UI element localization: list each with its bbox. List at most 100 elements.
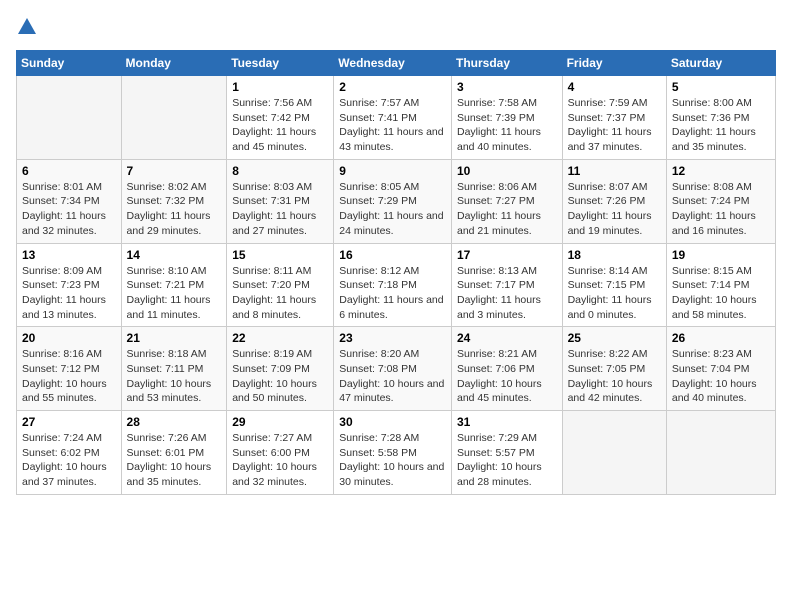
calendar-week-3: 13Sunrise: 8:09 AMSunset: 7:23 PMDayligh… [17, 243, 776, 327]
day-info: Sunrise: 8:14 AMSunset: 7:15 PMDaylight:… [568, 264, 661, 323]
day-info: Sunrise: 8:06 AMSunset: 7:27 PMDaylight:… [457, 180, 557, 239]
logo-icon [16, 16, 38, 38]
day-number: 9 [339, 164, 446, 178]
calendar-cell: 13Sunrise: 8:09 AMSunset: 7:23 PMDayligh… [17, 243, 122, 327]
weekday-header-tuesday: Tuesday [227, 51, 334, 76]
day-info: Sunrise: 7:28 AMSunset: 5:58 PMDaylight:… [339, 431, 446, 490]
calendar-week-5: 27 Sunrise: 7:24 AMSunset: 6:02 PMDayligh… [17, 411, 776, 495]
day-number: 23 [339, 331, 446, 345]
day-info: Sunrise: 8:20 AMSunset: 7:08 PMDaylight:… [339, 347, 446, 406]
day-number: 17 [457, 248, 557, 262]
day-info: Sunrise: 8:09 AMSunset: 7:23 PMDaylight:… [22, 264, 116, 323]
calendar-cell: 4Sunrise: 7:59 AMSunset: 7:37 PMDaylight… [562, 76, 666, 160]
day-info: Sunrise: 7:57 AMSunset: 7:41 PMDaylight:… [339, 96, 446, 155]
calendar-cell: 10Sunrise: 8:06 AMSunset: 7:27 PMDayligh… [451, 159, 562, 243]
calendar-cell: 31 Sunrise: 7:29 AMSunset: 5:57 PMDayligh… [451, 411, 562, 495]
calendar-cell: 18 Sunrise: 8:14 AMSunset: 7:15 PMDayligh… [562, 243, 666, 327]
calendar-cell: 28 Sunrise: 7:26 AMSunset: 6:01 PMDayligh… [121, 411, 227, 495]
day-info: Sunrise: 7:56 AMSunset: 7:42 PMDaylight:… [232, 96, 328, 155]
calendar-header: SundayMondayTuesdayWednesdayThursdayFrid… [17, 51, 776, 76]
day-info: Sunrise: 8:07 AMSunset: 7:26 PMDaylight:… [568, 180, 661, 239]
day-info: Sunrise: 8:11 AMSunset: 7:20 PMDaylight:… [232, 264, 328, 323]
day-number: 28 [127, 415, 222, 429]
calendar-week-2: 6Sunrise: 8:01 AMSunset: 7:34 PMDaylight… [17, 159, 776, 243]
day-number: 1 [232, 80, 328, 94]
day-number: 20 [22, 331, 116, 345]
calendar-cell: 2Sunrise: 7:57 AMSunset: 7:41 PMDaylight… [334, 76, 452, 160]
day-number: 16 [339, 248, 446, 262]
weekday-header-thursday: Thursday [451, 51, 562, 76]
calendar-cell: 23 Sunrise: 8:20 AMSunset: 7:08 PMDayligh… [334, 327, 452, 411]
calendar-week-1: 1 Sunrise: 7:56 AMSunset: 7:42 PMDaylight… [17, 76, 776, 160]
calendar-table: SundayMondayTuesdayWednesdayThursdayFrid… [16, 50, 776, 495]
weekday-header-saturday: Saturday [666, 51, 775, 76]
calendar-cell: 24 Sunrise: 8:21 AMSunset: 7:06 PMDayligh… [451, 327, 562, 411]
day-number: 25 [568, 331, 661, 345]
day-info: Sunrise: 7:59 AMSunset: 7:37 PMDaylight:… [568, 96, 661, 155]
day-info: Sunrise: 8:16 AMSunset: 7:12 PMDaylight:… [22, 347, 116, 406]
day-info: Sunrise: 7:24 AMSunset: 6:02 PMDaylight:… [22, 431, 116, 490]
day-info: Sunrise: 8:12 AMSunset: 7:18 PMDaylight:… [339, 264, 446, 323]
calendar-cell: 27 Sunrise: 7:24 AMSunset: 6:02 PMDayligh… [17, 411, 122, 495]
day-info: Sunrise: 8:13 AMSunset: 7:17 PMDaylight:… [457, 264, 557, 323]
calendar-cell: 30 Sunrise: 7:28 AMSunset: 5:58 PMDayligh… [334, 411, 452, 495]
day-number: 7 [127, 164, 222, 178]
calendar-cell: 7Sunrise: 8:02 AMSunset: 7:32 PMDaylight… [121, 159, 227, 243]
day-number: 5 [672, 80, 770, 94]
calendar-cell [666, 411, 775, 495]
day-info: Sunrise: 8:00 AMSunset: 7:36 PMDaylight:… [672, 96, 770, 155]
calendar-cell: 22Sunrise: 8:19 AMSunset: 7:09 PMDayligh… [227, 327, 334, 411]
calendar-cell: 5 Sunrise: 8:00 AMSunset: 7:36 PMDaylight… [666, 76, 775, 160]
day-number: 24 [457, 331, 557, 345]
day-info: Sunrise: 7:29 AMSunset: 5:57 PMDaylight:… [457, 431, 557, 490]
calendar-cell: 3Sunrise: 7:58 AMSunset: 7:39 PMDaylight… [451, 76, 562, 160]
day-number: 14 [127, 248, 222, 262]
day-info: Sunrise: 8:18 AMSunset: 7:11 PMDaylight:… [127, 347, 222, 406]
day-number: 15 [232, 248, 328, 262]
day-info: Sunrise: 8:01 AMSunset: 7:34 PMDaylight:… [22, 180, 116, 239]
calendar-cell [562, 411, 666, 495]
calendar-cell: 9Sunrise: 8:05 AMSunset: 7:29 PMDaylight… [334, 159, 452, 243]
day-number: 18 [568, 248, 661, 262]
calendar-cell: 1 Sunrise: 7:56 AMSunset: 7:42 PMDaylight… [227, 76, 334, 160]
calendar-cell: 17 Sunrise: 8:13 AMSunset: 7:17 PMDayligh… [451, 243, 562, 327]
day-number: 12 [672, 164, 770, 178]
logo [16, 16, 42, 38]
calendar-cell: 20 Sunrise: 8:16 AMSunset: 7:12 PMDayligh… [17, 327, 122, 411]
calendar-week-4: 20 Sunrise: 8:16 AMSunset: 7:12 PMDayligh… [17, 327, 776, 411]
day-number: 27 [22, 415, 116, 429]
day-info: Sunrise: 7:58 AMSunset: 7:39 PMDaylight:… [457, 96, 557, 155]
calendar-cell: 12 Sunrise: 8:08 AMSunset: 7:24 PMDayligh… [666, 159, 775, 243]
day-info: Sunrise: 8:08 AMSunset: 7:24 PMDaylight:… [672, 180, 770, 239]
calendar-cell: 26 Sunrise: 8:23 AMSunset: 7:04 PMDayligh… [666, 327, 775, 411]
weekday-header-friday: Friday [562, 51, 666, 76]
day-info: Sunrise: 8:10 AMSunset: 7:21 PMDaylight:… [127, 264, 222, 323]
day-info: Sunrise: 8:23 AMSunset: 7:04 PMDaylight:… [672, 347, 770, 406]
day-info: Sunrise: 8:03 AMSunset: 7:31 PMDaylight:… [232, 180, 328, 239]
day-number: 21 [127, 331, 222, 345]
calendar-cell: 19 Sunrise: 8:15 AMSunset: 7:14 PMDayligh… [666, 243, 775, 327]
calendar-cell: 29Sunrise: 7:27 AMSunset: 6:00 PMDayligh… [227, 411, 334, 495]
page-header [16, 16, 776, 38]
calendar-cell: 6Sunrise: 8:01 AMSunset: 7:34 PMDaylight… [17, 159, 122, 243]
day-info: Sunrise: 7:26 AMSunset: 6:01 PMDaylight:… [127, 431, 222, 490]
day-number: 8 [232, 164, 328, 178]
calendar-cell: 16 Sunrise: 8:12 AMSunset: 7:18 PMDayligh… [334, 243, 452, 327]
weekday-header-row: SundayMondayTuesdayWednesdayThursdayFrid… [17, 51, 776, 76]
day-number: 19 [672, 248, 770, 262]
calendar-cell: 8 Sunrise: 8:03 AMSunset: 7:31 PMDaylight… [227, 159, 334, 243]
day-info: Sunrise: 7:27 AMSunset: 6:00 PMDaylight:… [232, 431, 328, 490]
calendar-cell: 14 Sunrise: 8:10 AMSunset: 7:21 PMDayligh… [121, 243, 227, 327]
day-number: 22 [232, 331, 328, 345]
day-number: 11 [568, 164, 661, 178]
day-info: Sunrise: 8:15 AMSunset: 7:14 PMDaylight:… [672, 264, 770, 323]
day-info: Sunrise: 8:21 AMSunset: 7:06 PMDaylight:… [457, 347, 557, 406]
calendar-cell: 15 Sunrise: 8:11 AMSunset: 7:20 PMDayligh… [227, 243, 334, 327]
calendar-body: 1 Sunrise: 7:56 AMSunset: 7:42 PMDaylight… [17, 76, 776, 495]
day-number: 26 [672, 331, 770, 345]
calendar-cell: 11 Sunrise: 8:07 AMSunset: 7:26 PMDayligh… [562, 159, 666, 243]
day-number: 31 [457, 415, 557, 429]
day-number: 30 [339, 415, 446, 429]
weekday-header-sunday: Sunday [17, 51, 122, 76]
calendar-cell: 21 Sunrise: 8:18 AMSunset: 7:11 PMDayligh… [121, 327, 227, 411]
